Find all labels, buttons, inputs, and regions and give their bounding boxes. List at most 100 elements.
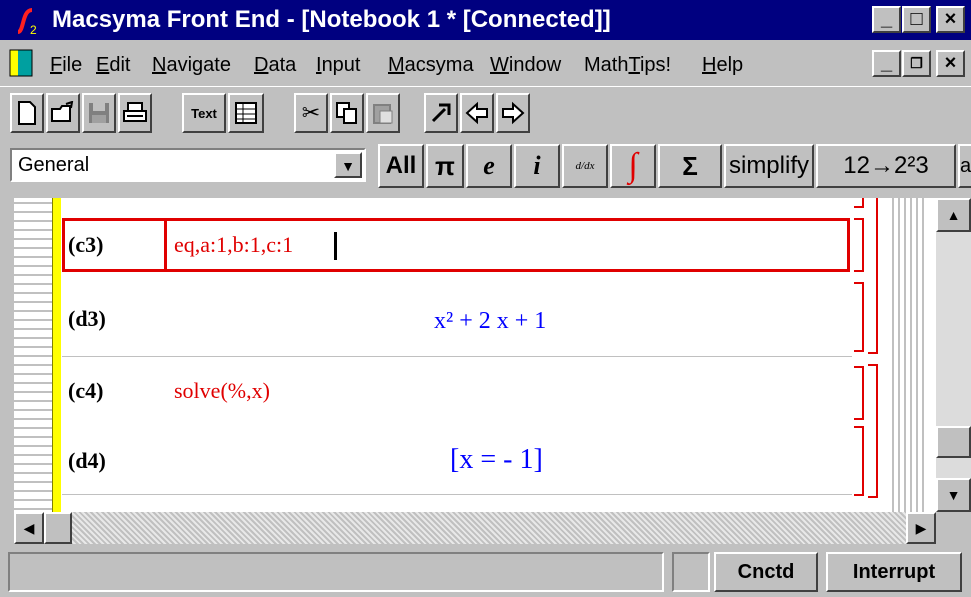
cell-label-c4: (c4) <box>68 378 104 403</box>
menu-mathtips[interactable]: MathTips! <box>584 54 671 77</box>
minimize-icon: _ <box>880 52 893 74</box>
cell-bracket[interactable] <box>854 218 864 272</box>
maximize-button[interactable]: □ <box>902 6 931 33</box>
text-cell-button[interactable]: Text <box>182 93 226 133</box>
right-arrow-icon <box>502 101 525 125</box>
new-document-icon <box>18 101 36 125</box>
macsyma-logo-icon: 2 <box>10 6 44 36</box>
notebook-area[interactable]: (c3) eq,a:1,b:1,c:1 (d3) x² + 2 x + 1 (c… <box>14 198 936 512</box>
scissors-icon: ✂ <box>301 100 321 125</box>
hscroll-thumb[interactable] <box>44 512 72 544</box>
table-button[interactable] <box>228 93 264 133</box>
e-label: e <box>483 151 495 180</box>
scroll-left-button[interactable]: ◀ <box>14 512 44 544</box>
menu-macsyma[interactable]: Macsyma <box>388 54 474 77</box>
math-factor-button[interactable]: 12→2²3 <box>816 144 956 188</box>
yellow-margin <box>52 198 61 512</box>
print-button[interactable] <box>118 93 152 133</box>
math-derivative-button[interactable]: d/dx <box>562 144 608 188</box>
main-toolbar: Text ✂ <box>0 86 971 137</box>
new-button[interactable] <box>10 93 44 133</box>
jump-arrow-icon <box>431 103 451 123</box>
save-button[interactable] <box>82 93 116 133</box>
printer-icon <box>123 102 147 122</box>
style-combo-value: General <box>18 154 90 176</box>
math-e-button[interactable]: e <box>466 144 512 188</box>
simplify-label: simplify <box>728 152 809 179</box>
interrupt-button[interactable]: Interrupt <box>826 552 962 592</box>
paste-clipboard-icon <box>373 104 393 124</box>
scroll-right-button[interactable]: ▶ <box>906 512 936 544</box>
interrupt-label: Interrupt <box>852 560 936 583</box>
gray-ruler <box>888 198 928 512</box>
restore-icon: ❐ <box>910 55 923 71</box>
group-bracket[interactable] <box>868 364 878 498</box>
scroll-up-button[interactable]: ▲ <box>936 198 971 232</box>
close-icon: × <box>944 8 957 30</box>
menu-navigate[interactable]: Navigate <box>152 54 231 77</box>
group-bracket[interactable] <box>868 198 878 354</box>
up-arrow-icon: ▲ <box>946 207 961 223</box>
menu-input[interactable]: Input <box>316 54 361 77</box>
jump-button[interactable] <box>424 93 458 133</box>
menu-data[interactable]: Data <box>254 54 296 77</box>
factor-label: 12→2²3 <box>843 152 929 179</box>
close-button[interactable]: × <box>936 6 965 33</box>
paste-button[interactable] <box>366 93 400 133</box>
save-disk-icon <box>89 103 109 123</box>
more-label: ar <box>960 154 971 177</box>
forward-button[interactable] <box>496 93 530 133</box>
menu-file[interactable]: File <box>50 54 82 77</box>
combo-dropdown-button[interactable]: ▼ <box>334 152 362 178</box>
cell-bracket[interactable] <box>854 198 864 208</box>
input-text-c4[interactable]: solve(%,x) <box>174 378 270 404</box>
open-button[interactable] <box>46 93 80 133</box>
math-more-button[interactable]: ar <box>958 144 971 188</box>
cell-bracket[interactable] <box>854 426 864 496</box>
table-icon <box>235 102 257 124</box>
math-i-button[interactable]: i <box>514 144 560 188</box>
cnctd-button[interactable]: Cnctd <box>714 552 818 592</box>
cut-button[interactable]: ✂ <box>294 93 328 133</box>
output-text-d3: x² + 2 x + 1 <box>434 308 547 334</box>
back-button[interactable] <box>460 93 494 133</box>
menu-window[interactable]: Window <box>490 54 561 77</box>
math-pi-button[interactable]: π <box>426 144 464 188</box>
maximize-icon: □ <box>910 8 923 30</box>
math-integral-button[interactable]: ∫ <box>610 144 656 188</box>
cell-bracket[interactable] <box>854 366 864 420</box>
left-arrow-icon: ◀ <box>23 519 35 536</box>
cell-bracket[interactable] <box>854 282 864 352</box>
notebook-icon <box>9 49 33 77</box>
scroll-thumb[interactable] <box>936 426 971 458</box>
doc-restore-button[interactable]: ❐ <box>902 50 931 77</box>
minimize-button[interactable]: _ <box>872 6 901 33</box>
math-all-button[interactable]: All <box>378 144 424 188</box>
scroll-corner <box>936 512 971 544</box>
copy-icon <box>336 102 357 124</box>
text-cursor <box>334 232 337 260</box>
derivative-label: d/dx <box>575 160 595 172</box>
menu-help[interactable]: Help <box>702 54 743 77</box>
doc-minimize-button[interactable]: _ <box>872 50 901 77</box>
open-folder-icon <box>51 101 74 122</box>
scroll-down-button[interactable]: ▼ <box>936 478 971 512</box>
title-bar: 2 Macsyma Front End - [Notebook 1 * [Con… <box>0 0 971 40</box>
cell-label-d4: (d4) <box>68 448 106 473</box>
down-arrow-icon: ▼ <box>946 487 961 503</box>
pi-label: π <box>435 150 455 181</box>
doc-close-button[interactable]: × <box>936 50 965 77</box>
vertical-scrollbar[interactable]: ▲ ▼ <box>936 198 971 512</box>
chevron-down-icon: ▼ <box>341 158 355 174</box>
copy-button[interactable] <box>330 93 364 133</box>
window-title: Macsyma Front End - [Notebook 1 * [Conne… <box>52 6 611 33</box>
input-text-c3[interactable]: eq,a:1,b:1,c:1 <box>174 232 293 258</box>
i-label: i <box>533 151 541 180</box>
math-sum-button[interactable]: Σ <box>658 144 722 188</box>
math-simplify-button[interactable]: simplify <box>724 144 814 188</box>
all-label: All <box>385 152 417 179</box>
integral-icon: ∫ <box>628 147 638 184</box>
style-combo[interactable]: General ▼ <box>10 148 366 182</box>
horizontal-scrollbar[interactable]: ◀ ▶ <box>14 512 936 544</box>
menu-edit[interactable]: Edit <box>96 54 130 77</box>
